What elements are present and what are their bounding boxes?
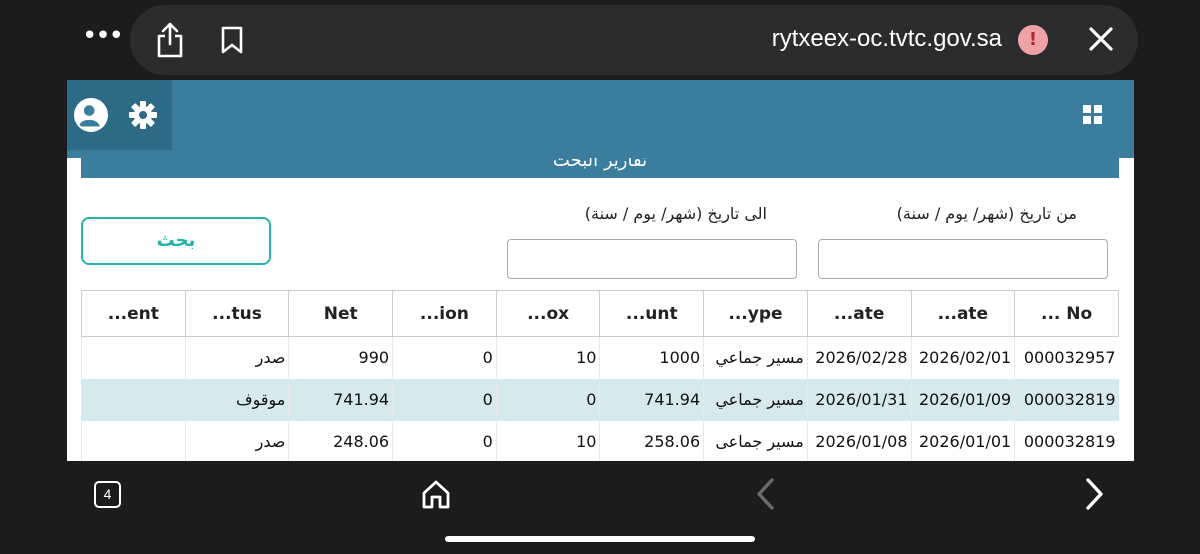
search-button[interactable]: بحث (81, 217, 271, 265)
header-user-area (67, 80, 172, 150)
cell-status: صدر (184, 336, 289, 379)
from-date-label: من تاريخ (شهر/ يوم / سنة) (896, 204, 1077, 223)
col-header-box[interactable]: ...ox (495, 290, 601, 337)
cell-box: 0 (495, 378, 600, 421)
table-row[interactable]: صدر 248.06 0 10 258.06 مسير جماعى 2026/0… (81, 420, 1119, 461)
cell-comment (81, 336, 186, 379)
share-icon[interactable] (155, 22, 185, 58)
cell-type: مسير جماعي (703, 378, 808, 421)
table-header-row: ...ent ...tus Net ...ion ...ox ...unt ..… (81, 290, 1119, 337)
home-indicator (445, 536, 755, 542)
back-icon[interactable] (752, 476, 780, 512)
col-header-status[interactable]: ...tus (184, 290, 290, 337)
col-header-no[interactable]: ... No (1014, 290, 1119, 337)
browser-bottom-bar: 4 (0, 461, 1200, 554)
cell-net: 248.06 (288, 420, 393, 461)
cell-amount: 1000 (599, 336, 704, 379)
to-date-input[interactable] (507, 239, 797, 279)
col-header-amount[interactable]: ...unt (599, 290, 705, 337)
cell-type: مسير جماعى (703, 420, 808, 461)
cell-start-date: 2026/01/09 (910, 378, 1015, 421)
col-header-deduction[interactable]: ...ion (392, 290, 497, 337)
cell-net: 990 (288, 336, 393, 379)
from-date-input[interactable] (818, 239, 1108, 279)
grid-icon[interactable] (1083, 105, 1103, 125)
cell-end-date: 2026/01/08 (806, 420, 911, 461)
col-header-start-date[interactable]: ...ate (910, 290, 1016, 337)
web-page: تقارير البحث بحث من تاريخ (شهر/ يوم / سن… (67, 80, 1134, 461)
avatar-icon[interactable] (74, 98, 108, 132)
cell-status: موقوف (184, 378, 289, 421)
cell-box: 10 (495, 420, 600, 461)
cell-deduction: 0 (392, 378, 497, 421)
section-title: تقارير البحث (81, 158, 1119, 178)
close-icon[interactable] (1086, 24, 1116, 54)
warning-icon[interactable]: ! (1018, 25, 1048, 55)
more-icon[interactable]: ••• (82, 23, 124, 54)
cell-amount: 258.06 (599, 420, 704, 461)
cell-no: 000032819 (1014, 378, 1119, 421)
cell-comment (81, 420, 186, 461)
cell-end-date: 2026/02/28 (806, 336, 911, 379)
cell-no: 000032819 (1014, 420, 1119, 461)
col-header-type[interactable]: ...ype (703, 290, 808, 337)
results-table: ...ent ...tus Net ...ion ...ox ...unt ..… (81, 290, 1119, 461)
bookmark-icon[interactable] (220, 26, 244, 54)
cell-box: 10 (495, 336, 600, 379)
to-date-label: الى تاريخ (شهر/ يوم / سنة) (584, 204, 767, 223)
forward-icon[interactable] (1080, 476, 1108, 512)
cell-deduction: 0 (392, 336, 497, 379)
browser-top-bar: ••• rytxeex-oc.tvtc.gov.sa ! (0, 0, 1200, 78)
home-icon[interactable] (420, 478, 452, 510)
cell-comment (81, 378, 186, 421)
tabs-icon[interactable]: 4 (94, 481, 121, 508)
cell-no: 000032957 (1014, 336, 1119, 379)
cell-type: مسير جماعي (703, 336, 808, 379)
cell-deduction: 0 (392, 420, 497, 461)
cell-amount: 741.94 (599, 378, 704, 421)
app-header (67, 80, 1134, 158)
cell-start-date: 2026/02/01 (910, 336, 1015, 379)
col-header-end-date[interactable]: ...ate (806, 290, 912, 337)
url-text[interactable]: rytxeex-oc.tvtc.gov.sa (640, 25, 1002, 55)
cell-start-date: 2026/01/01 (910, 420, 1015, 461)
cell-status: صدر (184, 420, 289, 461)
table-row[interactable]: صدر 990 0 10 1000 مسير جماعي 2026/02/28 … (81, 336, 1119, 379)
gear-icon[interactable] (127, 99, 159, 131)
table-row[interactable]: موقوف 741.94 0 0 741.94 مسير جماعي 2026/… (81, 378, 1119, 421)
col-header-net[interactable]: Net (288, 290, 394, 337)
col-header-comment[interactable]: ...ent (81, 290, 186, 337)
cell-end-date: 2026/01/31 (806, 378, 911, 421)
cell-net: 741.94 (288, 378, 393, 421)
